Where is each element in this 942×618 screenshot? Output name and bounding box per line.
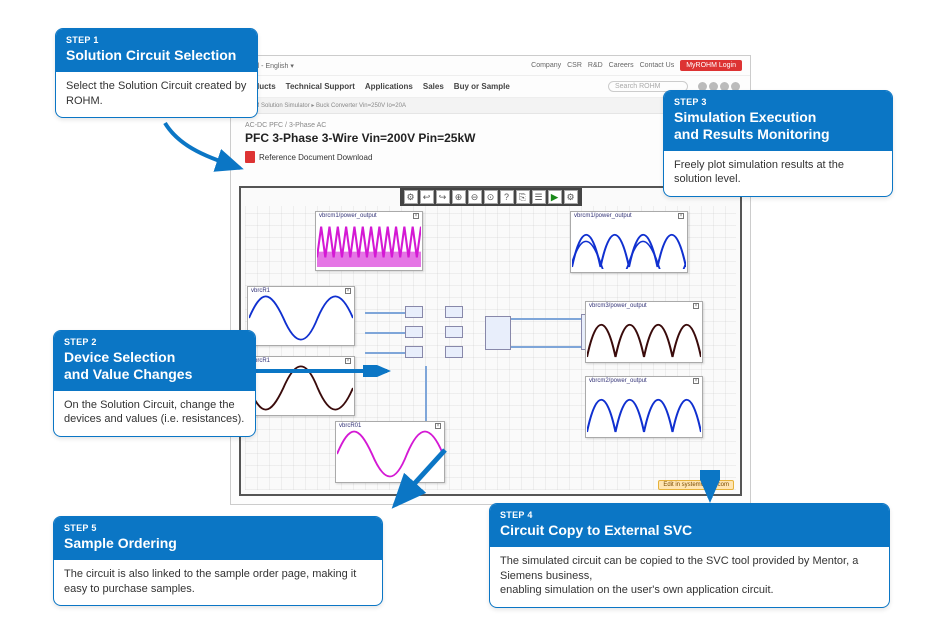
toplink[interactable]: CSR [567,62,582,69]
close-icon[interactable]: × [693,303,699,309]
tool-zoom-out[interactable]: ⊖ [468,190,482,204]
tool-panel[interactable]: ☰ [532,190,546,204]
toplink[interactable]: Company [531,62,561,69]
refdoc-label: Reference Document Download [259,153,372,162]
circuit-block[interactable] [405,326,423,338]
callout-step-2: STEP 2 Device Selection and Value Change… [53,330,256,437]
tool-undo[interactable]: ↩ [420,190,434,204]
plot-power-output-1[interactable]: vbrcm1/power_output× [315,211,423,271]
step-title: Solution Circuit Selection [66,47,247,64]
step-body: On the Solution Circuit, change the devi… [54,391,255,437]
toplink[interactable]: Careers [609,62,634,69]
nav-item[interactable]: Buy or Sample [454,82,510,91]
step-label: STEP 2 [64,337,245,347]
step-body: Select the Solution Circuit created by R… [56,72,257,118]
plot-voltage-2[interactable]: vbrcR1× [247,356,355,416]
circuit-block[interactable] [485,316,511,350]
pdf-icon [245,151,255,163]
edit-external-button[interactable]: Edit in systemvision.com [658,480,734,490]
tool-help[interactable]: ? [500,190,514,204]
callout-step-5: STEP 5 Sample Ordering The circuit is al… [53,516,383,606]
close-icon[interactable]: × [435,423,441,429]
step-label: STEP 1 [66,35,247,45]
step-title: Circuit Copy to External SVC [500,522,879,539]
top-bar: Global - English ▾ Company CSR R&D Caree… [231,56,750,76]
circuit-block[interactable] [445,346,463,358]
wire [365,312,405,314]
plot-voltage-3[interactable]: vbrcR01× [335,421,445,483]
callout-step-1: STEP 1 Solution Circuit Selection Select… [55,28,258,118]
circuit-diagram[interactable]: vbrcm1/power_output× vbrcm1/power_output… [245,206,736,490]
close-icon[interactable]: × [345,358,351,364]
tool-redo[interactable]: ↪ [436,190,450,204]
wire [365,332,405,334]
tool-settings[interactable]: ⚙ [404,190,418,204]
close-icon[interactable]: × [693,378,699,384]
nav-item[interactable]: Applications [365,82,413,91]
tool-settings-2[interactable]: ⚙ [564,190,578,204]
toplink[interactable]: Contact Us [640,62,675,69]
callout-step-4: STEP 4 Circuit Copy to External SVC The … [489,503,890,608]
simulator-toolbar: ⚙ ↩ ↪ ⊕ ⊖ ⊙ ? ⎘ ☰ ▶ ⚙ [400,188,582,206]
login-button[interactable]: MyROHM Login [680,60,742,71]
close-icon[interactable]: × [678,213,684,219]
circuit-block[interactable] [405,346,423,358]
circuit-block[interactable] [445,326,463,338]
step-title: Device Selection and Value Changes [64,349,245,383]
step-label: STEP 4 [500,510,879,520]
tool-window[interactable]: ⎘ [516,190,530,204]
step-title: Sample Ordering [64,535,372,552]
wire [365,352,405,354]
close-icon[interactable]: × [345,288,351,294]
circuit-block[interactable] [405,306,423,318]
plot-power-output-3[interactable]: vbrcm3/power_output× [585,301,703,363]
plot-power-output-2[interactable]: vbrcm1/power_output× [570,211,688,273]
wire [511,346,581,348]
step-label: STEP 3 [674,97,882,107]
step-label: STEP 5 [64,523,372,533]
plot-voltage-1[interactable]: vbrcR1× [247,286,355,346]
plot-power-output-4[interactable]: vbrcm2/power_output× [585,376,703,438]
simulator-canvas[interactable]: ⚙ ↩ ↪ ⊕ ⊖ ⊙ ? ⎘ ☰ ▶ ⚙ [239,186,742,496]
toplink[interactable]: R&D [588,62,603,69]
wire [511,318,581,320]
step-title: Simulation Execution and Results Monitor… [674,109,882,143]
nav-item[interactable]: Sales [423,82,444,91]
circuit-block[interactable] [445,306,463,318]
callout-step-3: STEP 3 Simulation Execution and Results … [663,90,893,197]
close-icon[interactable]: × [413,213,419,219]
tool-zoom-in[interactable]: ⊕ [452,190,466,204]
step-body: Freely plot simulation results at the so… [664,151,892,197]
tool-zoom-fit[interactable]: ⊙ [484,190,498,204]
step-body: The circuit is also linked to the sample… [54,560,382,606]
step-body: The simulated circuit can be copied to t… [490,547,889,608]
nav-item[interactable]: Technical Support [286,82,355,91]
tool-run[interactable]: ▶ [548,190,562,204]
